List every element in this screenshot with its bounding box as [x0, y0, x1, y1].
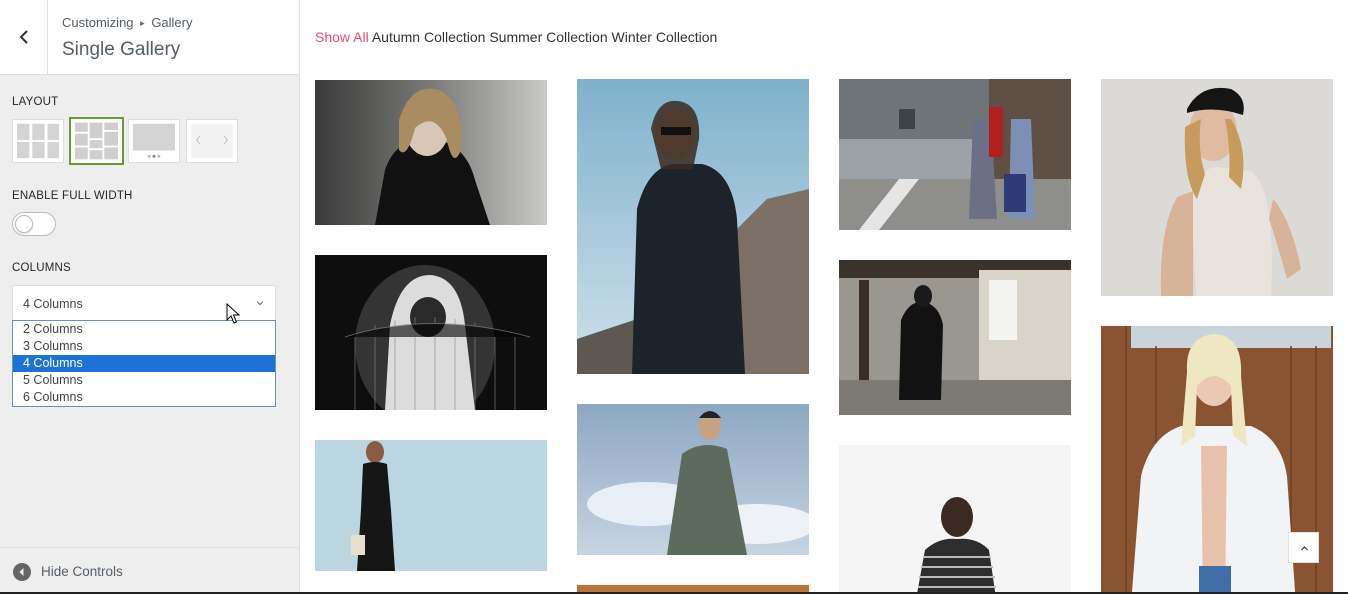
layout-option-carousel[interactable]: [186, 119, 238, 163]
gallery-image-man-black-coat-warehouse[interactable]: [839, 260, 1071, 415]
carousel-layout-icon: [191, 123, 233, 159]
gallery-image-hooded-figure-bw-fence[interactable]: [315, 255, 547, 410]
columns-option-5[interactable]: 5 Columns: [13, 372, 275, 389]
customizer-sidebar: Customizing ▸ Gallery Single Gallery LAY…: [0, 0, 300, 594]
gallery-image-woman-sunglasses-rocks-sea[interactable]: [577, 79, 809, 374]
breadcrumb: Customizing ▸ Gallery: [62, 15, 193, 30]
gallery-image-two-women-street-suitcase[interactable]: [839, 79, 1071, 230]
gallery-image-woman-black-jumpsuit[interactable]: [315, 440, 547, 571]
gallery-image-man-striped-sweater[interactable]: [839, 445, 1071, 594]
full-width-toggle[interactable]: [12, 212, 56, 236]
chevron-up-icon: [1301, 546, 1308, 551]
section-title: Single Gallery: [62, 39, 181, 60]
mouse-cursor-icon: [226, 303, 240, 324]
collapse-arrow-icon: [13, 563, 31, 581]
columns-option-4[interactable]: 4 Columns: [13, 355, 275, 372]
toggle-knob: [15, 215, 33, 233]
chevron-left-icon: [19, 30, 28, 44]
breadcrumb-separator-icon: ▸: [140, 18, 145, 28]
scroll-to-top-button[interactable]: [1288, 532, 1319, 563]
filter-winter[interactable]: Winter Collection: [612, 29, 718, 45]
columns-dropdown-list: 2 Columns 3 Columns 4 Columns 5 Columns …: [12, 320, 276, 407]
slider-layout-icon: [133, 123, 175, 158]
chevron-down-icon: [256, 301, 264, 306]
hide-controls-button[interactable]: Hide Controls: [0, 547, 299, 594]
gallery-image-woman-cap-white-tank[interactable]: [1101, 79, 1333, 296]
layout-option-slider[interactable]: [128, 119, 180, 163]
columns-label: COLUMNS: [12, 262, 71, 274]
section-header: Customizing ▸ Gallery Single Gallery: [0, 0, 299, 75]
filter-show-all[interactable]: Show All: [315, 29, 369, 45]
full-width-label: ENABLE FULL WIDTH: [12, 190, 133, 202]
gallery-image-woman-blonde-black-jacket[interactable]: [315, 80, 547, 225]
filter-autumn[interactable]: Autumn Collection: [372, 29, 486, 45]
back-button[interactable]: [0, 0, 48, 74]
filter-summer[interactable]: Summer Collection: [489, 29, 607, 45]
layout-options: [12, 117, 242, 165]
breadcrumb-root: Customizing: [62, 15, 134, 30]
masonry-layout-icon: [74, 122, 119, 160]
columns-option-6[interactable]: 6 Columns: [13, 389, 275, 406]
layout-option-masonry[interactable]: [69, 117, 124, 165]
gallery-filter-bar: Show All Autumn Collection Summer Collec…: [315, 29, 717, 45]
columns-option-3[interactable]: 3 Columns: [13, 338, 275, 355]
layout-label: LAYOUT: [12, 96, 59, 108]
gallery-preview: Show All Autumn Collection Summer Collec…: [300, 0, 1348, 594]
hide-controls-label: Hide Controls: [41, 564, 123, 579]
columns-select-value: 4 Columns: [23, 297, 83, 311]
grid-layout-icon: [17, 123, 59, 159]
layout-option-grid[interactable]: [12, 119, 64, 163]
breadcrumb-parent: Gallery: [151, 15, 193, 30]
gallery-image-man-green-jacket-sky[interactable]: [577, 404, 809, 555]
